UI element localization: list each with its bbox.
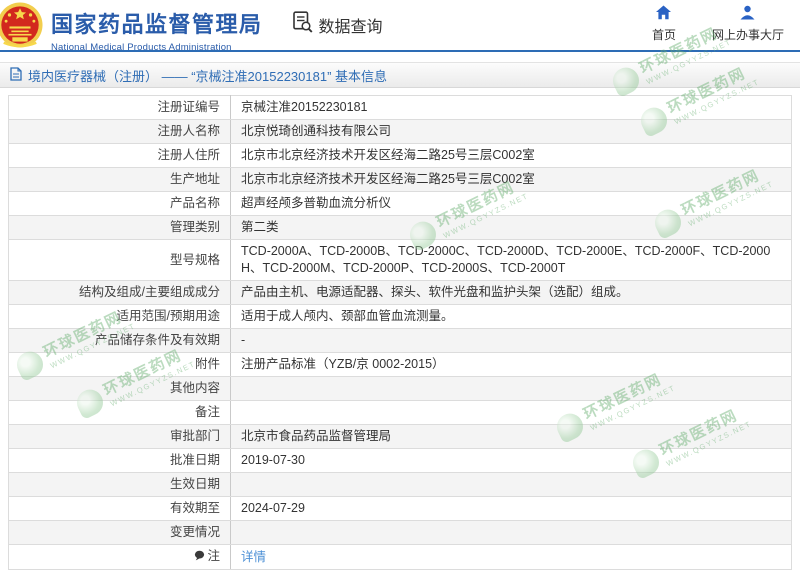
person-icon (738, 5, 757, 23)
table-row: 附件 注册产品标准（YZB/京 0002-2015） (8, 352, 792, 377)
row-value: 超声经颅多普勒血流分析仪 (230, 191, 792, 216)
table-row: 备注 (8, 400, 792, 425)
nav-home-label: 首页 (651, 28, 676, 42)
row-value: TCD-2000A、TCD-2000B、TCD-2000C、TCD-2000D、… (230, 239, 792, 281)
site-title: 国家药品监督管理局 (51, 12, 263, 37)
row-value: 产品由主机、电源适配器、探头、软件光盘和监护头架（选配）组成。 (230, 280, 792, 305)
table-row: 注册人名称 北京悦琦创通科技有限公司 (8, 119, 792, 144)
document-icon (10, 66, 22, 84)
nav-service-hall-label: 网上办事大厅 (711, 28, 784, 42)
row-value (230, 472, 792, 497)
home-icon (655, 5, 672, 23)
table-row: 管理类别 第二类 (8, 215, 792, 240)
row-label: 批准日期 (169, 453, 220, 467)
row-label: 管理类别 (169, 220, 220, 234)
table-row: 注册证编号 京械注准20152230181 (8, 95, 792, 120)
comment-icon (194, 549, 205, 566)
row-label: 型号规格 (169, 252, 220, 267)
table-row: 生产地址 北京市北京经济技术开发区经海二路25号三层C002室 (8, 167, 792, 192)
row-label: 生产地址 (169, 172, 220, 186)
row-label: 有效期至 (169, 501, 220, 515)
row-label: 产品名称 (169, 196, 220, 210)
table-row: 批准日期 2019-07-30 (8, 448, 792, 473)
row-value: 详情 (230, 544, 792, 570)
table-row: 其他内容 (8, 376, 792, 401)
row-label: 注册证编号 (157, 100, 220, 114)
row-label: 产品储存条件及有效期 (94, 333, 220, 347)
row-label: 备注 (194, 405, 220, 419)
row-value: - (230, 328, 792, 353)
national-emblem-logo (0, 1, 43, 54)
breadcrumb-text: 境内医疗器械（注册） —— “京械注准20152230181” 基本信息 (28, 68, 388, 84)
table-row: 有效期至 2024-07-29 (8, 496, 792, 521)
table-row: 适用范围/预期用途 适用于成人颅内、颈部血管血流测量。 (8, 304, 792, 329)
top-nav: 首页 网上办事大厅 (652, 0, 800, 43)
nav-home[interactable]: 首页 (652, 5, 676, 43)
breadcrumb: 境内医疗器械（注册） —— “京械注准20152230181” 基本信息 (0, 62, 800, 88)
row-value: 北京悦琦创通科技有限公司 (230, 119, 792, 144)
table-row: 生效日期 (8, 472, 792, 497)
row-label: 注册人名称 (157, 124, 220, 138)
row-value (230, 520, 792, 545)
row-label: 注 (207, 549, 220, 563)
row-label: 结构及组成/主要组成成分 (79, 285, 220, 299)
row-label: 变更情况 (169, 525, 220, 539)
row-value: 第二类 (230, 215, 792, 240)
row-value: 注册产品标准（YZB/京 0002-2015） (230, 352, 792, 377)
nav-service-hall[interactable]: 网上办事大厅 (712, 5, 784, 43)
row-label: 注册人住所 (157, 148, 220, 162)
table-row: 型号规格 TCD-2000A、TCD-2000B、TCD-2000C、TCD-2… (8, 239, 792, 281)
table-row: 注 详情 (8, 544, 792, 570)
row-label: 其他内容 (169, 381, 220, 395)
row-value: 北京市北京经济技术开发区经海二路25号三层C002室 (230, 167, 792, 192)
row-value: 适用于成人颅内、颈部血管血流测量。 (230, 304, 792, 329)
table-row: 变更情况 (8, 520, 792, 545)
row-value (230, 400, 792, 425)
info-table-body: 注册证编号 京械注准20152230181 注册人名称 北京悦琦创通科技有限公司… (8, 95, 792, 570)
table-row: 产品名称 超声经颅多普勒血流分析仪 (8, 191, 792, 216)
table-row: 结构及组成/主要组成成分 产品由主机、电源适配器、探头、软件光盘和监护头架（选配… (8, 280, 792, 305)
table-row: 产品储存条件及有效期 - (8, 328, 792, 353)
row-value: 京械注准20152230181 (230, 95, 792, 120)
site-header: 国家药品监督管理局 National Medical Products Admi… (0, 0, 800, 53)
title-block: 国家药品监督管理局 National Medical Products Admi… (51, 7, 263, 53)
row-label: 生效日期 (169, 477, 220, 491)
row-label: 适用范围/预期用途 (116, 309, 220, 323)
table-row: 注册人住所 北京市北京经济技术开发区经海二路25号三层C002室 (8, 143, 792, 168)
row-label: 附件 (194, 357, 220, 371)
data-query-icon (292, 11, 313, 38)
info-table: 注册证编号 京械注准20152230181 注册人名称 北京悦琦创通科技有限公司… (8, 95, 792, 570)
site-subtitle: National Medical Products Administration (51, 42, 232, 53)
row-value: 2019-07-30 (230, 448, 792, 473)
detail-link[interactable]: 详情 (241, 550, 266, 564)
row-value: 北京市食品药品监督管理局 (230, 424, 792, 449)
row-value: 2024-07-29 (230, 496, 792, 521)
row-value (230, 376, 792, 401)
row-value: 北京市北京经济技术开发区经海二路25号三层C002室 (230, 143, 792, 168)
data-query-tab[interactable]: 数据查询 (292, 11, 383, 38)
data-query-label: 数据查询 (318, 18, 383, 36)
row-label: 审批部门 (169, 429, 220, 443)
table-row: 审批部门 北京市食品药品监督管理局 (8, 424, 792, 449)
